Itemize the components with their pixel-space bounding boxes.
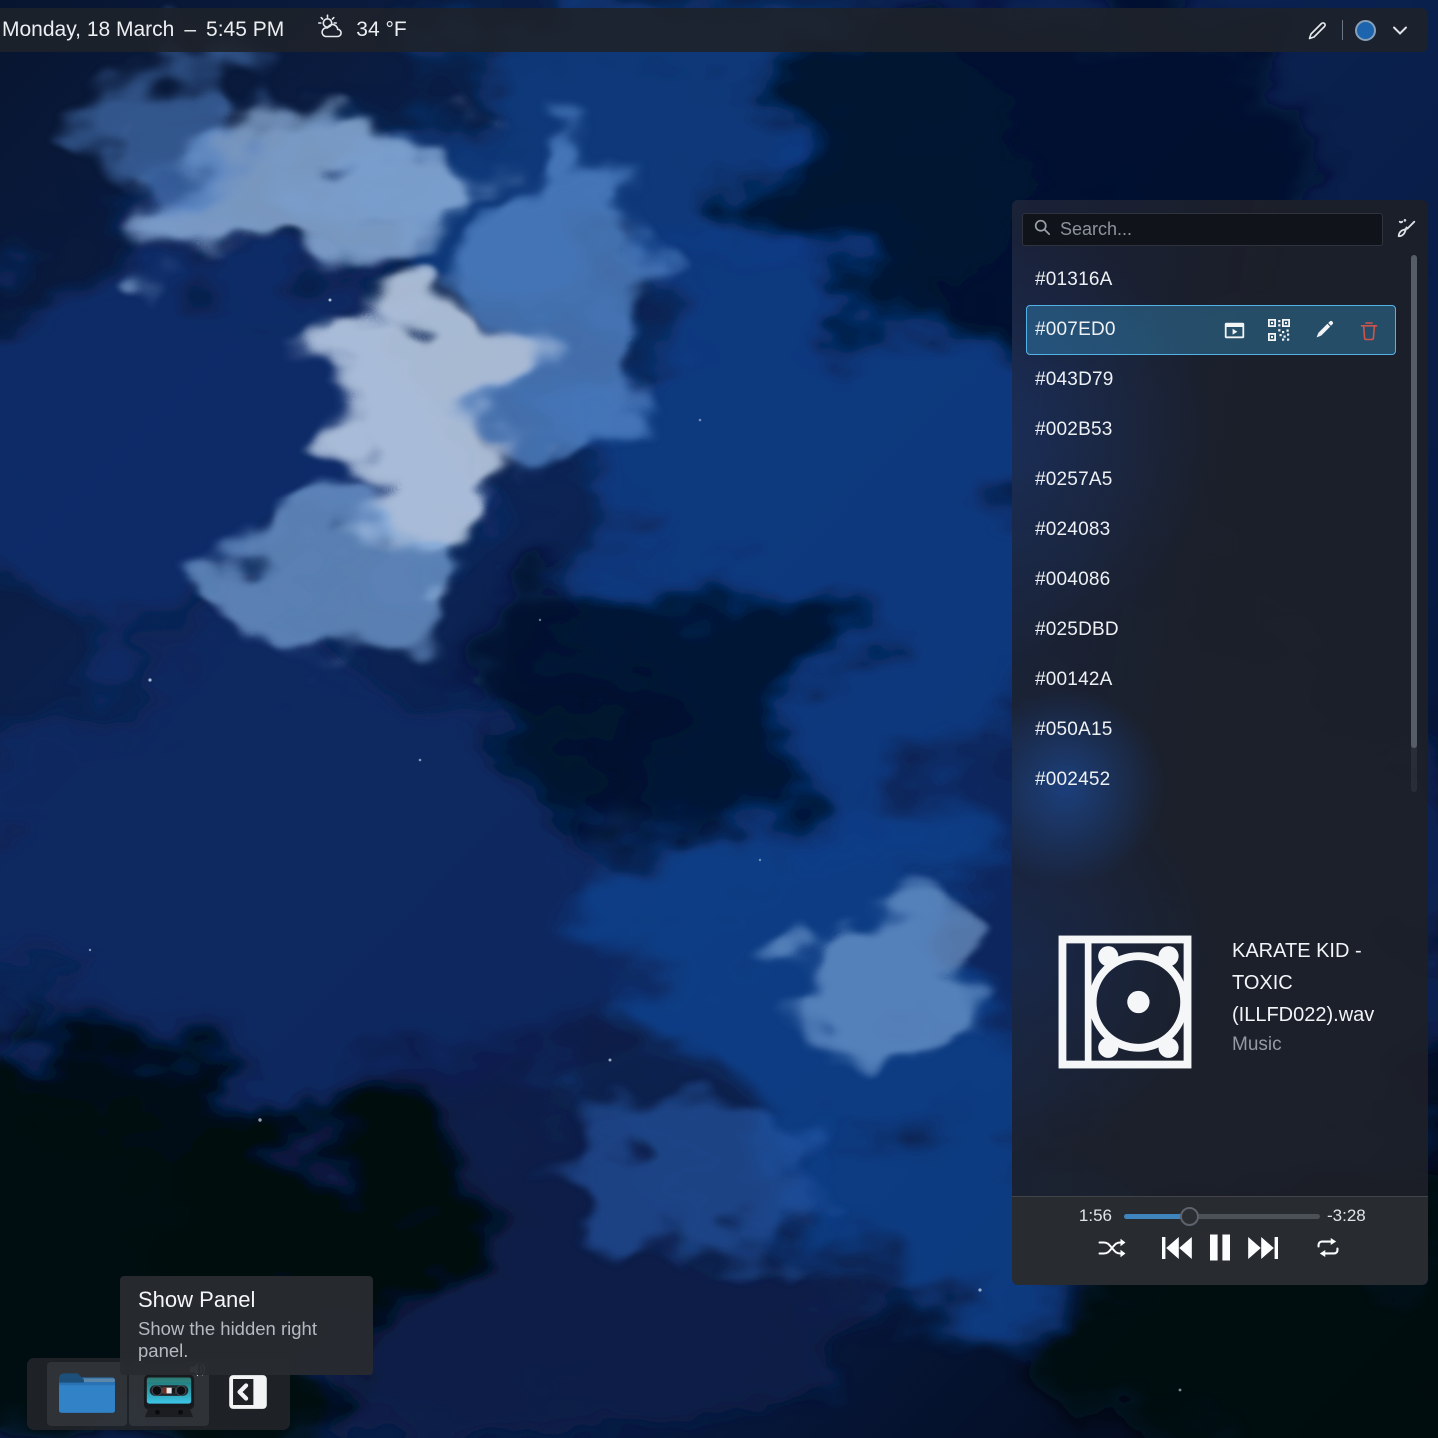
search-input[interactable] [1060,219,1372,240]
color-history-item[interactable]: #004086 [1026,555,1396,605]
edit-pencil-icon[interactable] [1313,319,1335,341]
album-art-placeholder-icon [1058,935,1192,1069]
color-history-item[interactable]: #002B53 [1026,405,1396,455]
tooltip-title: Show Panel [138,1287,355,1313]
color-row-actions [1223,319,1395,341]
skip-forward-button[interactable] [1248,1237,1278,1259]
color-hex-label: #025DBD [1035,619,1119,641]
shuffle-button[interactable] [1098,1237,1126,1259]
track-subtitle: Music [1232,1034,1410,1056]
color-history-item[interactable]: #025DBD [1026,605,1396,655]
show-panel-icon [225,1369,271,1420]
repeat-button[interactable] [1314,1237,1342,1258]
player-controls [1012,1234,1428,1261]
sun-behind-cloud-icon [316,14,346,47]
qr-code-icon[interactable] [1268,319,1290,341]
clock-widget[interactable]: Monday, 18 March – 5:45 PM [0,18,284,42]
color-history-item[interactable]: #050A15 [1026,705,1396,755]
color-hex-label: #002452 [1035,769,1110,791]
seek-row: 1:56 -3:28 [1012,1206,1428,1226]
desktop: Monday, 18 March – 5:45 PM 34 °F [0,0,1438,1438]
color-hex-label: #050A15 [1035,719,1112,741]
weather-temperature: 34 °F [356,18,406,42]
tray-color-swatch[interactable] [1355,20,1376,41]
color-picker-pipette-icon[interactable] [1306,18,1330,42]
pause-button[interactable] [1208,1234,1232,1261]
preview-window-icon[interactable] [1223,319,1245,341]
color-history-item[interactable]: #002452 [1026,755,1396,800]
color-history-item[interactable]: #00142A [1026,655,1396,705]
folder-icon [58,1369,116,1420]
show-panel-tooltip: Show Panel Show the hidden right panel. [120,1276,373,1375]
delete-trash-icon[interactable] [1358,319,1380,341]
color-history-item[interactable]: #0257A5 [1026,455,1396,505]
time-elapsed: 1:56 [1012,1206,1112,1226]
seek-slider[interactable] [1124,1206,1320,1226]
media-player-footer: 1:56 -3:28 [1012,1196,1428,1285]
color-hex-label: #0257A5 [1035,469,1112,491]
color-hex-label: #00142A [1035,669,1112,691]
scrollbar-thumb[interactable] [1411,255,1417,748]
top-panel: Monday, 18 March – 5:45 PM 34 °F [0,8,1428,52]
color-hex-label: #004086 [1035,569,1110,591]
color-history-item[interactable]: #024083 [1026,505,1396,555]
track-meta: KARATE KID - TOXIC (ILLFD022).wav Music [1232,935,1410,1069]
search-icon [1033,218,1051,241]
tooltip-subtitle: Show the hidden right panel. [138,1318,355,1362]
clock-separator: – [184,18,196,42]
color-history-item[interactable]: #007ED0 [1026,305,1396,355]
color-hex-label: #01316A [1035,269,1112,291]
clock-date: Monday, 18 March [2,18,174,42]
search-row [1022,213,1422,246]
color-hex-label: #007ED0 [1035,319,1116,341]
weather-widget[interactable]: 34 °F [316,14,406,47]
scrollbar-track[interactable] [1411,255,1417,792]
color-hex-label: #024083 [1035,519,1110,541]
clear-history-broom-icon[interactable] [1390,214,1422,246]
color-history-item[interactable]: #043D79 [1026,355,1396,405]
media-player-info: KARATE KID - TOXIC (ILLFD022).wav Music [1058,935,1410,1069]
tray-separator [1342,20,1343,40]
skip-backward-button[interactable] [1162,1237,1192,1259]
color-picker-panel: #01316A #007ED0 [1012,200,1428,1285]
progress-handle[interactable] [1180,1207,1199,1226]
color-history-list: #01316A #007ED0 [1012,255,1428,800]
task-button-file-manager[interactable] [47,1362,127,1426]
clock-time: 5:45 PM [206,18,284,42]
color-history-item[interactable]: #01316A [1026,255,1396,305]
color-hex-label: #043D79 [1035,369,1114,391]
chevron-down-icon[interactable] [1388,18,1412,42]
system-tray [1306,18,1428,42]
search-field[interactable] [1022,213,1383,246]
color-hex-label: #002B53 [1035,419,1112,441]
track-title: KARATE KID - TOXIC (ILLFD022).wav [1232,935,1410,1031]
time-remaining: -3:28 [1327,1206,1366,1226]
